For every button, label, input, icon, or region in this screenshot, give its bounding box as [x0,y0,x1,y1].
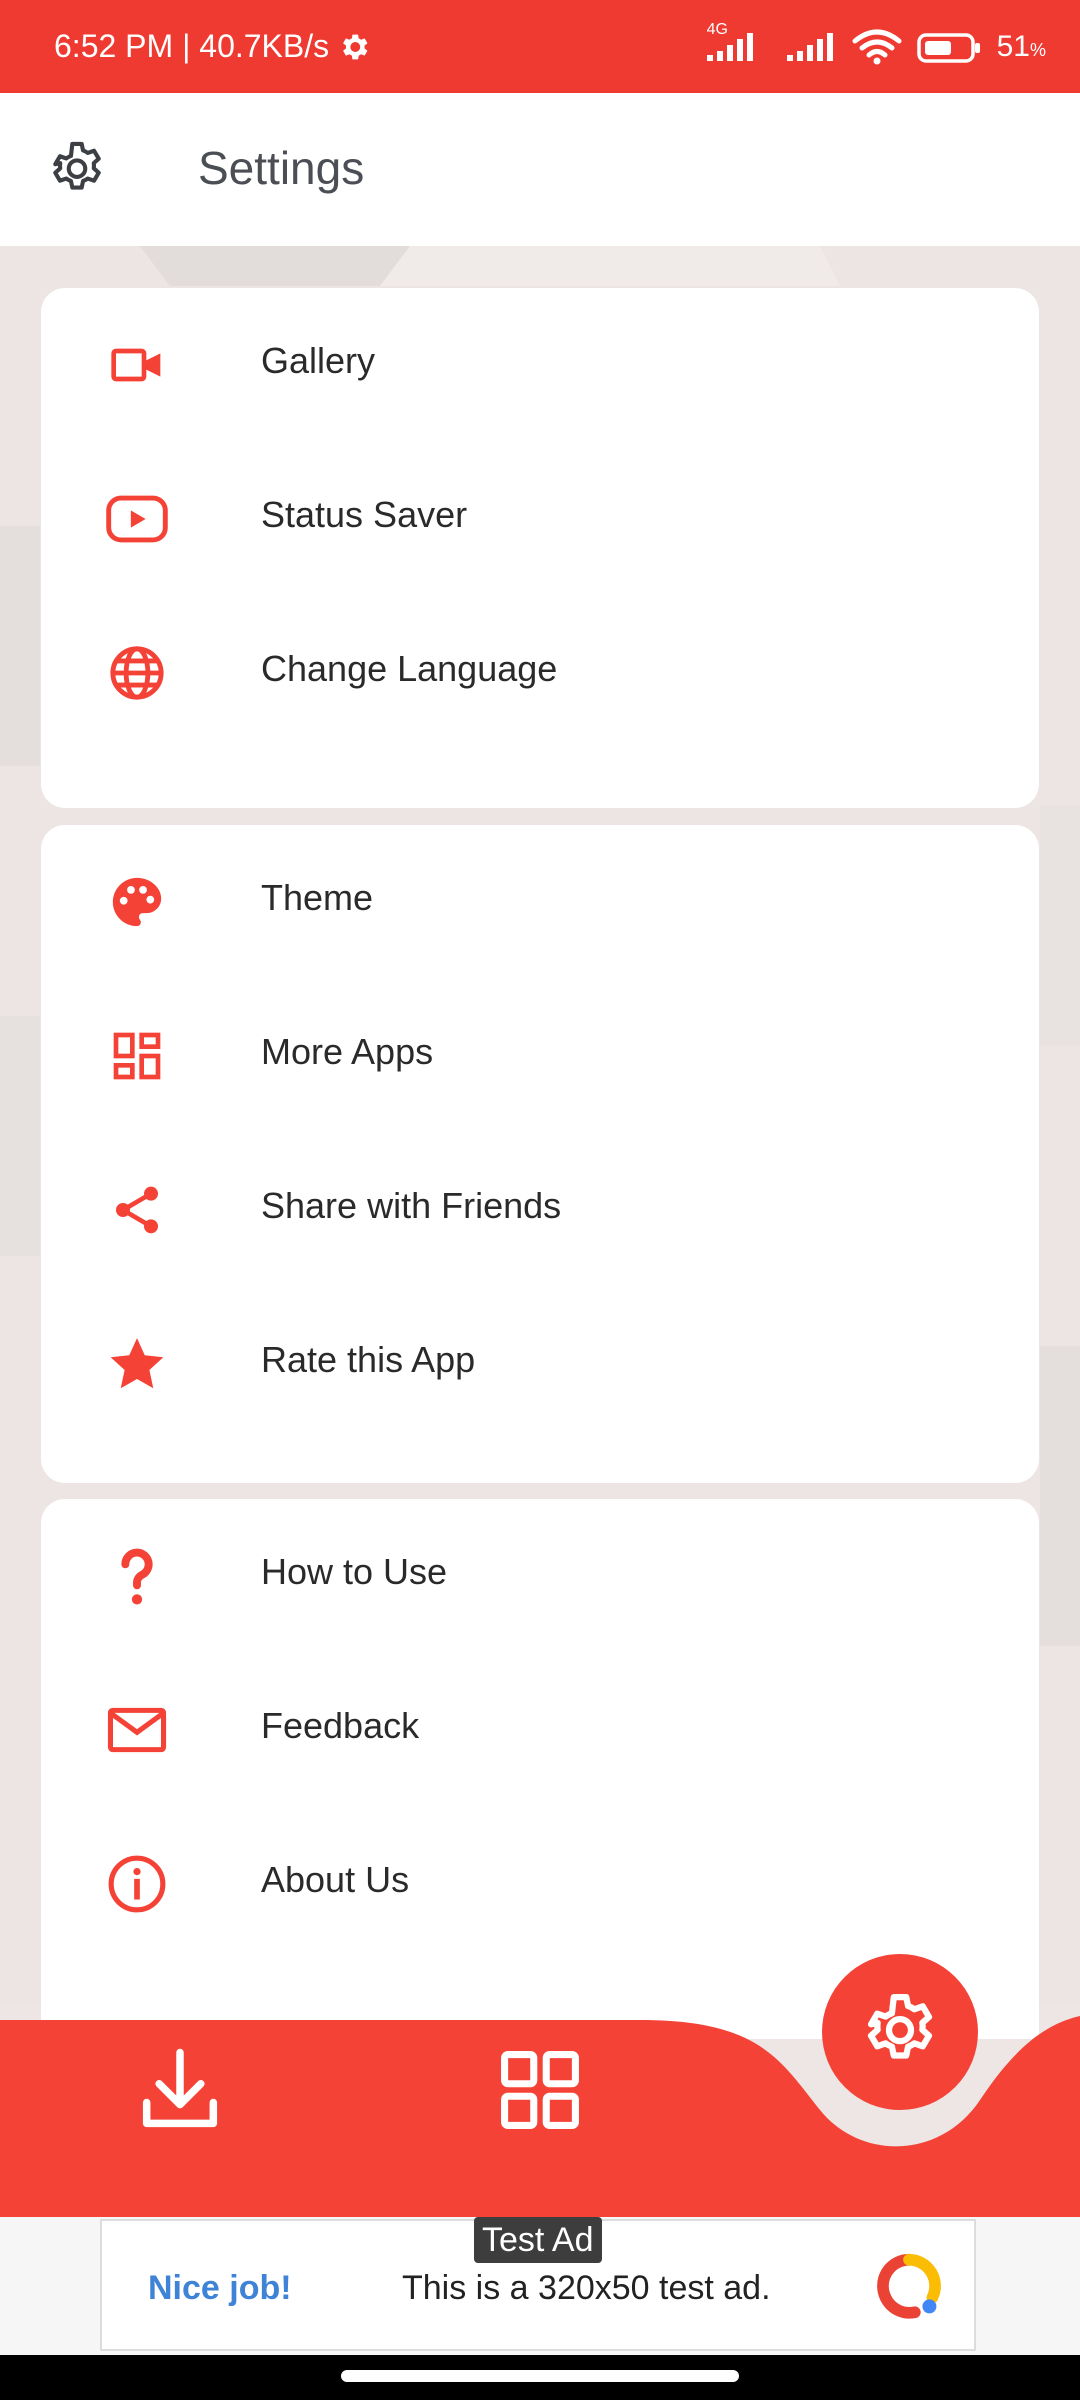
share-icon [105,1178,169,1242]
system-navigation-bar [0,2355,1080,2400]
menu-item-status-saver[interactable]: Status Saver [41,442,1039,596]
status-bar: 6:52 PM | 40.7KB/s 4G 51% [0,0,1080,93]
wifi-icon [852,29,902,64]
status-bar-left: 6:52 PM | 40.7KB/s [54,0,371,93]
menu-item-about-us[interactable]: About Us [41,1807,1039,1961]
home-indicator[interactable] [341,2370,739,2382]
menu-item-theme[interactable]: Theme [41,825,1039,979]
signal-4g-icon: 4G [699,21,771,67]
signal-icon [786,32,833,61]
nav-grid-button[interactable] [490,2040,590,2140]
ad-tag: Test Ad [474,2217,602,2263]
ad-logo-icon [877,2253,941,2319]
settings-gear-icon [867,1994,933,2059]
status-bar-right: 4G 51% [699,0,1046,93]
question-icon [105,1544,169,1608]
youtube-play-icon [105,487,169,551]
ad-nice-text: Nice job! [148,2269,292,2307]
globe-icon [105,641,169,705]
page-title: Settings [198,142,365,194]
battery-icon [916,32,980,63]
bottom-navigation [0,1954,1080,2217]
menu-item-gallery[interactable]: Gallery [41,288,1039,442]
info-icon [105,1852,169,1916]
gear-icon [53,141,101,190]
menu-item-change-language[interactable]: Change Language [41,596,1039,750]
ad-text: This is a 320x50 test ad. [402,2269,771,2307]
menu-item-feedback[interactable]: Feedback [41,1653,1039,1807]
menu-item-how-to-use[interactable]: How to Use [41,1499,1039,1653]
settings-small-icon [343,34,368,59]
video-camera-icon [105,333,169,397]
grid-icon [501,2051,579,2129]
star-icon [105,1332,169,1396]
menu-card-1: Gallery Status Saver Change Language [41,288,1039,808]
menu-card-2: Theme More Apps Share with Friends Rate … [41,825,1039,1483]
nav-download-button[interactable] [130,2040,230,2140]
status-time-speed: 6:52 PM | 40.7KB/s [54,28,330,64]
palette-icon [105,870,169,934]
menu-item-rate-this-app[interactable]: Rate this App [41,1287,1039,1441]
dashboard-icon [105,1024,169,1088]
battery-level: 51% [996,29,1046,63]
menu-item-more-apps[interactable]: More Apps [41,979,1039,1133]
mail-icon [105,1698,169,1762]
download-icon [142,2048,218,2128]
app-bar: Settings [0,93,1080,246]
ad-banner[interactable]: Nice job! This is a 320x50 test ad. Test… [0,2217,1080,2355]
menu-item-share-with-friends[interactable]: Share with Friends [41,1133,1039,1287]
nav-settings-button[interactable] [822,1954,978,2110]
